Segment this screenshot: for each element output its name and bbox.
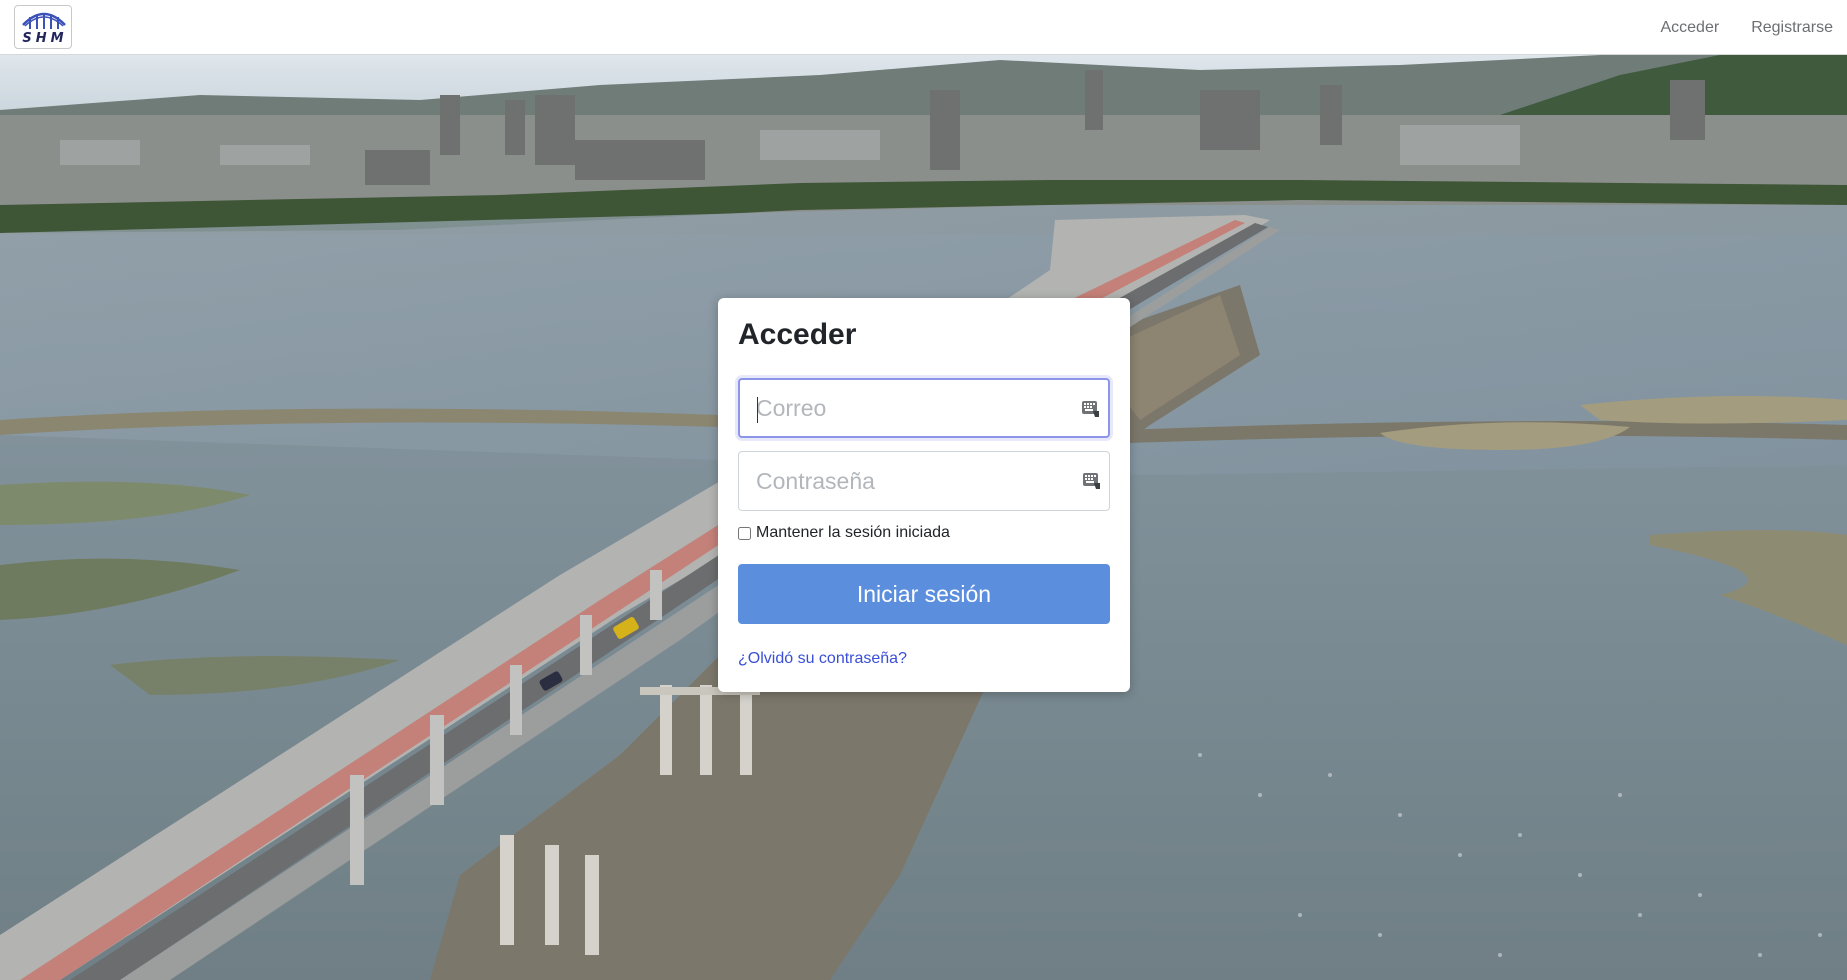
text-caret: [757, 397, 758, 423]
login-card: Acceder Ma: [718, 298, 1130, 692]
home-logo-link[interactable]: SHM: [14, 5, 72, 49]
email-field-wrapper: [738, 378, 1110, 438]
logo-text: SHM: [22, 31, 68, 46]
sign-in-button[interactable]: Iniciar sesión: [738, 564, 1110, 624]
remember-me-label[interactable]: Mantener la sesión iniciada: [756, 524, 950, 542]
nav-link-login[interactable]: Acceder: [1660, 19, 1719, 37]
email-input[interactable]: [740, 380, 1108, 436]
bridge-logo-icon: [22, 12, 66, 29]
remember-me: Mantener la sesión iniciada: [738, 524, 950, 542]
password-field-wrapper: [738, 451, 1110, 511]
password-input[interactable]: [739, 452, 1109, 510]
forgot-password-link[interactable]: ¿Olvidó su contraseña?: [738, 650, 907, 668]
login-title: Acceder: [738, 318, 857, 351]
navbar: SHM Acceder Registrarse: [0, 0, 1847, 55]
keyboard-icon[interactable]: [1083, 472, 1101, 490]
nav-links: Acceder Registrarse: [1660, 0, 1833, 55]
nav-link-register[interactable]: Registrarse: [1751, 19, 1833, 37]
remember-me-checkbox[interactable]: [738, 526, 751, 540]
keyboard-icon[interactable]: [1082, 400, 1100, 418]
